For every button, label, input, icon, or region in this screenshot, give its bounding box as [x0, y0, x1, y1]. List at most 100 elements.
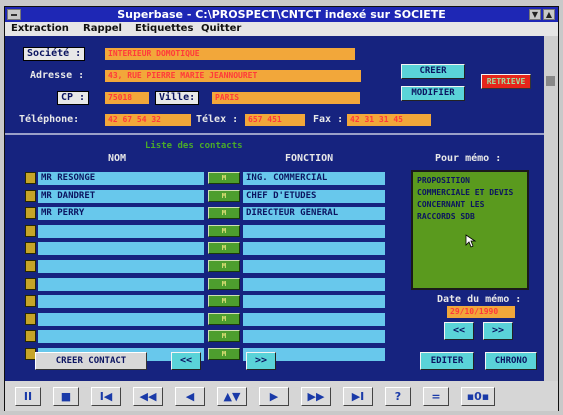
adresse-field[interactable]: 43, RUE PIERRE MARIE JEANNOURET	[105, 70, 361, 82]
fonction-cell[interactable]	[243, 295, 385, 308]
window-title: Superbase - C:\PROSPECT\CNTCT indexé sur…	[117, 8, 446, 21]
memo-row-button[interactable]: M	[208, 348, 240, 360]
vertical-scrollbar[interactable]	[544, 36, 558, 381]
memo-prev-button[interactable]: <<	[444, 322, 474, 340]
previous-record-icon[interactable]: ◀	[175, 387, 205, 406]
nom-cell[interactable]: MR DANDRET	[38, 190, 204, 203]
nom-cell[interactable]	[38, 295, 204, 308]
nom-cell[interactable]: MR PERRY	[38, 207, 204, 220]
row-select-box[interactable]	[25, 190, 36, 202]
cp-field[interactable]: 75018	[105, 92, 149, 104]
first-record-icon[interactable]: I◀	[91, 387, 121, 406]
nom-cell[interactable]	[38, 313, 204, 326]
memo-label: Pour mémo :	[435, 153, 502, 164]
memo-row-button[interactable]: M	[208, 330, 240, 342]
fonction-cell[interactable]	[243, 225, 385, 238]
editer-button[interactable]: EDITER	[420, 352, 474, 370]
row-select-box[interactable]	[25, 278, 36, 290]
cp-label: CP :	[57, 91, 90, 105]
sort-icon[interactable]: ▲▼	[217, 387, 247, 406]
row-select-box[interactable]	[25, 242, 36, 254]
memo-next-button[interactable]: >>	[483, 322, 513, 340]
fonction-cell[interactable]: ING. COMMERCIAL	[243, 172, 385, 185]
menu-quitter[interactable]: Quitter	[201, 23, 241, 34]
fax-label: Fax :	[313, 114, 344, 125]
scrollbar-thumb[interactable]	[546, 76, 555, 86]
fonction-header: FONCTION	[285, 153, 334, 164]
telex-label: Télex :	[196, 114, 239, 125]
societe-field[interactable]: INTERIEUR DOMOTIQUE	[105, 48, 355, 60]
nom-cell[interactable]	[38, 278, 204, 291]
row-select-box[interactable]	[25, 313, 36, 325]
navigation-toolbar: II ■ I◀ ◀◀ ◀ ▲▼ ▶ ▶▶ ▶I? = ▪0▪	[5, 381, 558, 411]
menu-extraction[interactable]: Extraction	[11, 23, 69, 34]
mouse-cursor-icon	[465, 234, 477, 248]
chrono-button[interactable]: CHRONO	[485, 352, 537, 370]
contacts-next-button[interactable]: >>	[246, 352, 276, 370]
memo-row-button[interactable]: M	[208, 295, 240, 307]
nom-cell[interactable]: MR RESONGE	[38, 172, 204, 185]
date-memo-field[interactable]: 29/10/1990	[447, 306, 515, 318]
divider	[5, 133, 544, 135]
stop-icon[interactable]: ■	[53, 387, 79, 406]
menu-rappel[interactable]: Rappel	[83, 23, 122, 34]
fonction-cell[interactable]	[243, 278, 385, 291]
memo-row-button[interactable]: M	[208, 190, 240, 202]
fast-forward-icon[interactable]: ▶▶	[301, 387, 331, 406]
help-icon[interactable]: ?	[385, 387, 411, 406]
row-select-box[interactable]	[25, 330, 36, 342]
fonction-cell[interactable]: DIRECTEUR GENERAL	[243, 207, 385, 220]
row-select-box[interactable]	[25, 260, 36, 272]
superbase-window: Superbase - C:\PROSPECT\CNTCT indexé sur…	[4, 6, 559, 411]
menu-etiquettes[interactable]: Etiquettes	[135, 23, 193, 34]
row-select-box[interactable]	[25, 295, 36, 307]
nom-cell[interactable]	[38, 260, 204, 273]
zoom-icon[interactable]: ▪0▪	[461, 387, 495, 406]
memo-text-area[interactable]: PROPOSITION COMMERCIALE ET DEVIS CONCERN…	[411, 170, 529, 290]
memo-row-button[interactable]: M	[208, 225, 240, 237]
creer-contact-button[interactable]: CREER CONTACT	[35, 352, 147, 370]
societe-label: Société :	[23, 47, 86, 61]
memo-row-button[interactable]: M	[208, 172, 240, 184]
modifier-button[interactable]: MODIFIER	[401, 86, 465, 101]
telex-field[interactable]: 657 451	[245, 114, 305, 126]
memo-row-button[interactable]: M	[208, 260, 240, 272]
equals-icon[interactable]: =	[423, 387, 449, 406]
next-record-icon[interactable]: ▶	[259, 387, 289, 406]
row-select-box[interactable]	[25, 225, 36, 237]
memo-row-button[interactable]: M	[208, 242, 240, 254]
system-menu-icon[interactable]	[7, 9, 21, 20]
contacts-prev-button[interactable]: <<	[171, 352, 201, 370]
memo-row-button[interactable]: M	[208, 278, 240, 290]
form-area: Société : INTERIEUR DOMOTIQUE Adresse : …	[5, 36, 544, 381]
row-select-box[interactable]	[25, 172, 36, 184]
fonction-cell[interactable]: CHEF D'ETUDES	[243, 190, 385, 203]
telephone-field[interactable]: 42 67 54 32	[105, 114, 191, 126]
fax-field[interactable]: 42 31 31 45	[347, 114, 431, 126]
fonction-cell[interactable]	[243, 313, 385, 326]
rewind-icon[interactable]: ◀◀	[133, 387, 163, 406]
row-select-box[interactable]	[25, 207, 36, 219]
pause-icon[interactable]: II	[15, 387, 41, 406]
date-memo-label: Date du mémo :	[437, 294, 522, 305]
minimize-icon[interactable]: ▼	[529, 9, 541, 20]
fonction-cell[interactable]	[243, 242, 385, 255]
title-bar: Superbase - C:\PROSPECT\CNTCT indexé sur…	[5, 7, 558, 22]
fonction-cell[interactable]	[243, 260, 385, 273]
nom-cell[interactable]	[38, 242, 204, 255]
memo-text: PROPOSITION COMMERCIALE ET DEVIS CONCERN…	[417, 176, 514, 221]
memo-row-button[interactable]: M	[208, 313, 240, 325]
last-record-icon[interactable]: ▶I	[343, 387, 373, 406]
list-title: Liste des contacts	[145, 141, 243, 151]
menu-bar: Extraction Rappel Etiquettes Quitter	[5, 22, 558, 36]
nom-cell[interactable]	[38, 330, 204, 343]
creer-button[interactable]: CREER	[401, 64, 465, 79]
adresse-label: Adresse :	[30, 70, 85, 81]
maximize-icon[interactable]: ▲	[543, 9, 555, 20]
memo-row-button[interactable]: M	[208, 207, 240, 219]
ville-field[interactable]: PARIS	[212, 92, 360, 104]
nom-cell[interactable]	[38, 225, 204, 238]
retrieve-button[interactable]: RETRIEVE	[481, 74, 531, 89]
ville-label: Ville:	[155, 91, 200, 105]
fonction-cell[interactable]	[243, 330, 385, 343]
